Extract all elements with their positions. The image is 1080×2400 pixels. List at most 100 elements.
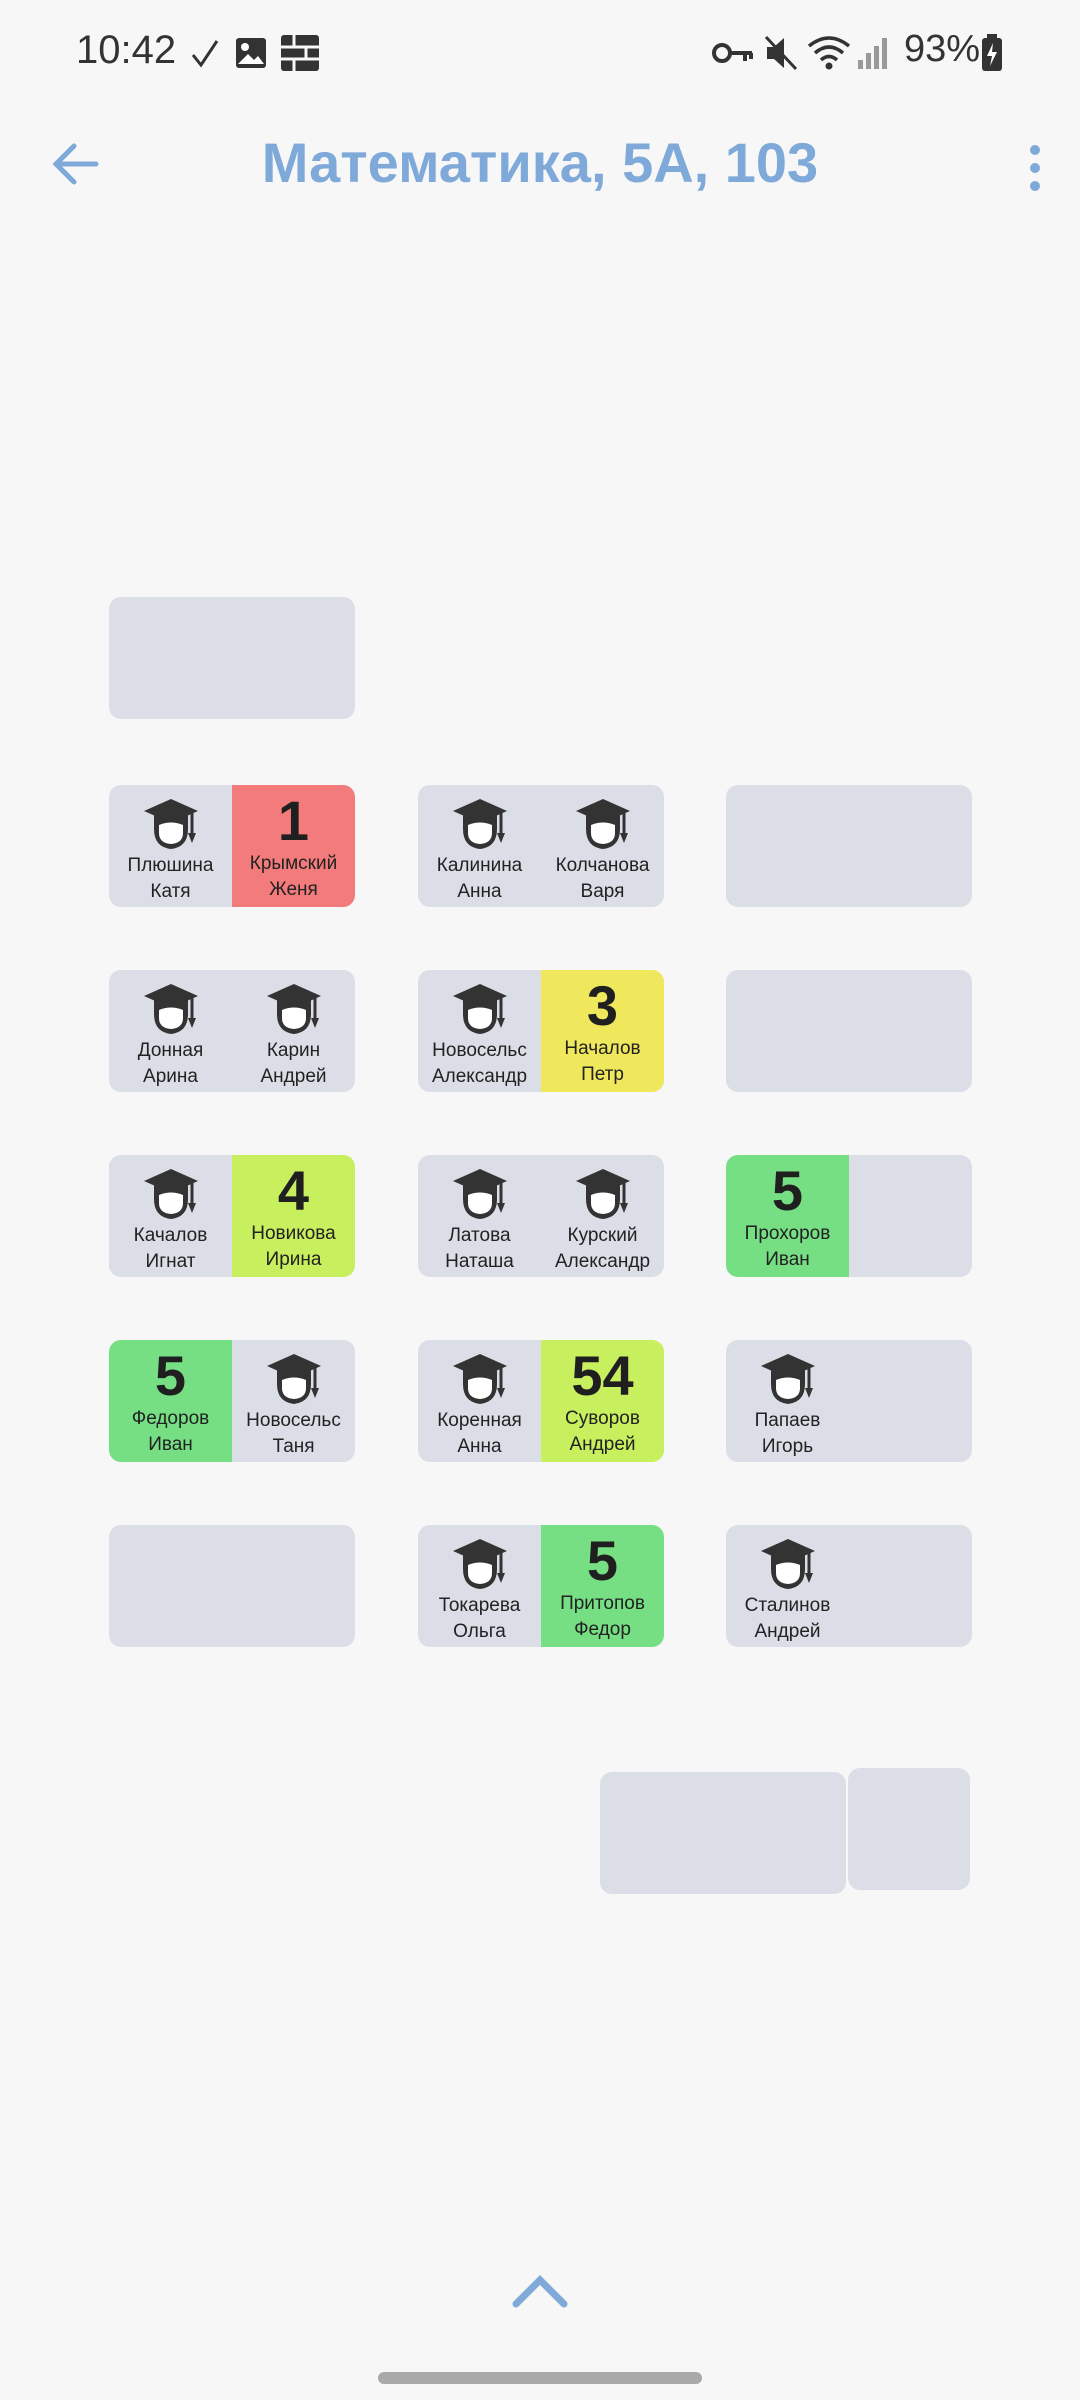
student-last-name: Папаев <box>754 1410 821 1431</box>
student-desk[interactable]: Латова Наташа Курский Александр <box>418 1155 664 1277</box>
status-bar: 10:42 93% <box>0 0 1080 100</box>
grade-value: 5 <box>154 1344 187 1407</box>
student-cap-icon <box>572 795 634 853</box>
grid-app-icon <box>280 30 320 76</box>
student-first-name: Иван <box>148 1434 193 1455</box>
empty-desk[interactable] <box>726 785 972 907</box>
student-seat[interactable]: Сталинов Андрей <box>726 1525 849 1647</box>
student-desk[interactable]: Донная Арина Карин Андрей <box>109 970 355 1092</box>
student-desk[interactable]: Коренная Анна 54 Суворов Андрей <box>418 1340 664 1462</box>
empty-seat[interactable] <box>849 1155 972 1277</box>
student-seat[interactable]: Курский Александр <box>541 1155 664 1277</box>
student-desk[interactable]: Плюшина Катя 1 Крымский Женя <box>109 785 355 907</box>
student-seat[interactable]: Плюшина Катя <box>109 785 232 907</box>
grade-value: 4 <box>277 1159 310 1222</box>
student-first-name: Наташа <box>445 1251 514 1272</box>
chevron-up-icon[interactable] <box>510 2270 570 2310</box>
student-first-name: Анна <box>457 881 502 902</box>
student-last-name: Новосельс <box>432 1040 527 1061</box>
empty-seat[interactable] <box>849 1525 972 1647</box>
student-cap-icon <box>449 1535 511 1593</box>
student-desk[interactable]: Калинина Анна Колчанова Варя <box>418 785 664 907</box>
empty-desk[interactable] <box>109 1525 355 1647</box>
student-seat[interactable]: Карин Андрей <box>232 970 355 1092</box>
student-first-name: Андрей <box>260 1066 327 1087</box>
student-seat[interactable]: 3 Началов Петр <box>541 970 664 1092</box>
student-desk[interactable]: 5 Федоров Иван Новосельс Таня <box>109 1340 355 1462</box>
student-first-name: Федор <box>574 1619 631 1640</box>
student-cap-icon <box>449 1350 511 1408</box>
student-last-name: Токарева <box>438 1595 521 1616</box>
student-cap-icon <box>572 1165 634 1223</box>
grade-value: 5 <box>771 1159 804 1222</box>
student-last-name: Суворов <box>565 1408 640 1429</box>
key-icon <box>712 30 754 76</box>
student-cap-icon <box>449 1165 511 1223</box>
student-last-name: Латова <box>448 1225 511 1246</box>
student-seat[interactable]: Новосельс Александр <box>418 970 541 1092</box>
empty-seat[interactable] <box>849 1340 972 1462</box>
mute-icon <box>764 30 798 76</box>
student-seat[interactable]: Качалов Игнат <box>109 1155 232 1277</box>
battery-percent: 93% <box>904 28 981 70</box>
student-first-name: Женя <box>269 879 318 900</box>
more-vert-icon[interactable] <box>1020 138 1050 198</box>
teacher-chair[interactable] <box>848 1768 970 1890</box>
student-cap-icon <box>263 1350 325 1408</box>
student-desk[interactable]: Папаев Игорь <box>726 1340 972 1462</box>
grade-value: 3 <box>586 974 619 1037</box>
student-desk[interactable]: 5 Прохоров Иван <box>726 1155 972 1277</box>
student-seat[interactable]: Коренная Анна <box>418 1340 541 1462</box>
student-seat[interactable]: 5 Федоров Иван <box>109 1340 232 1462</box>
grade-value: 1 <box>277 789 310 852</box>
app-bar: Математика, 5А, 103 <box>0 110 1080 220</box>
student-cap-icon <box>140 980 202 1038</box>
student-cap-icon <box>449 795 511 853</box>
empty-desk[interactable] <box>109 597 355 719</box>
student-desk[interactable]: Новосельс Александр 3 Началов Петр <box>418 970 664 1092</box>
student-seat[interactable]: 54 Суворов Андрей <box>541 1340 664 1462</box>
student-first-name: Александр <box>554 1251 651 1272</box>
student-desk[interactable]: Качалов Игнат 4 Новикова Ирина <box>109 1155 355 1277</box>
teacher-desk[interactable] <box>600 1772 846 1894</box>
student-seat[interactable]: Токарева Ольга <box>418 1525 541 1647</box>
wifi-icon <box>806 30 852 76</box>
student-seat[interactable]: Донная Арина <box>109 970 232 1092</box>
student-first-name: Таня <box>272 1436 315 1457</box>
student-first-name: Ирина <box>265 1249 322 1270</box>
home-indicator[interactable] <box>378 2372 702 2384</box>
student-seat[interactable]: Латова Наташа <box>418 1155 541 1277</box>
grade-value: 5 <box>586 1529 619 1592</box>
student-cap-icon <box>140 795 202 853</box>
student-last-name: Донная <box>137 1040 204 1061</box>
student-desk[interactable]: Сталинов Андрей <box>726 1525 972 1647</box>
student-first-name: Игнат <box>145 1251 196 1272</box>
student-last-name: Курский <box>567 1225 638 1246</box>
student-last-name: Плюшина <box>127 855 214 876</box>
student-first-name: Арина <box>143 1066 198 1087</box>
student-seat[interactable]: Калинина Анна <box>418 785 541 907</box>
empty-desk[interactable] <box>726 970 972 1092</box>
student-cap-icon <box>263 980 325 1038</box>
student-seat[interactable]: 5 Прохоров Иван <box>726 1155 849 1277</box>
student-seat[interactable]: Колчанова Варя <box>541 785 664 907</box>
student-last-name: Прохоров <box>744 1223 831 1244</box>
student-seat[interactable]: Новосельс Таня <box>232 1340 355 1462</box>
student-last-name: Крымский <box>249 853 338 874</box>
image-icon <box>234 30 268 76</box>
student-first-name: Александр <box>431 1066 528 1087</box>
student-seat[interactable]: 4 Новикова Ирина <box>232 1155 355 1277</box>
student-cap-icon <box>757 1535 819 1593</box>
student-first-name: Катя <box>150 881 191 902</box>
student-last-name: Новосельс <box>246 1410 341 1431</box>
student-seat[interactable]: 1 Крымский Женя <box>232 785 355 907</box>
page-title: Математика, 5А, 103 <box>261 131 819 194</box>
student-last-name: Сталинов <box>744 1595 831 1616</box>
student-seat[interactable]: Папаев Игорь <box>726 1340 849 1462</box>
student-seat[interactable]: 5 Притопов Федор <box>541 1525 664 1647</box>
student-first-name: Ольга <box>453 1621 506 1642</box>
student-first-name: Иван <box>765 1249 810 1270</box>
student-first-name: Варя <box>580 881 625 902</box>
battery-icon <box>980 30 1004 76</box>
student-desk[interactable]: Токарева Ольга 5 Притопов Федор <box>418 1525 664 1647</box>
